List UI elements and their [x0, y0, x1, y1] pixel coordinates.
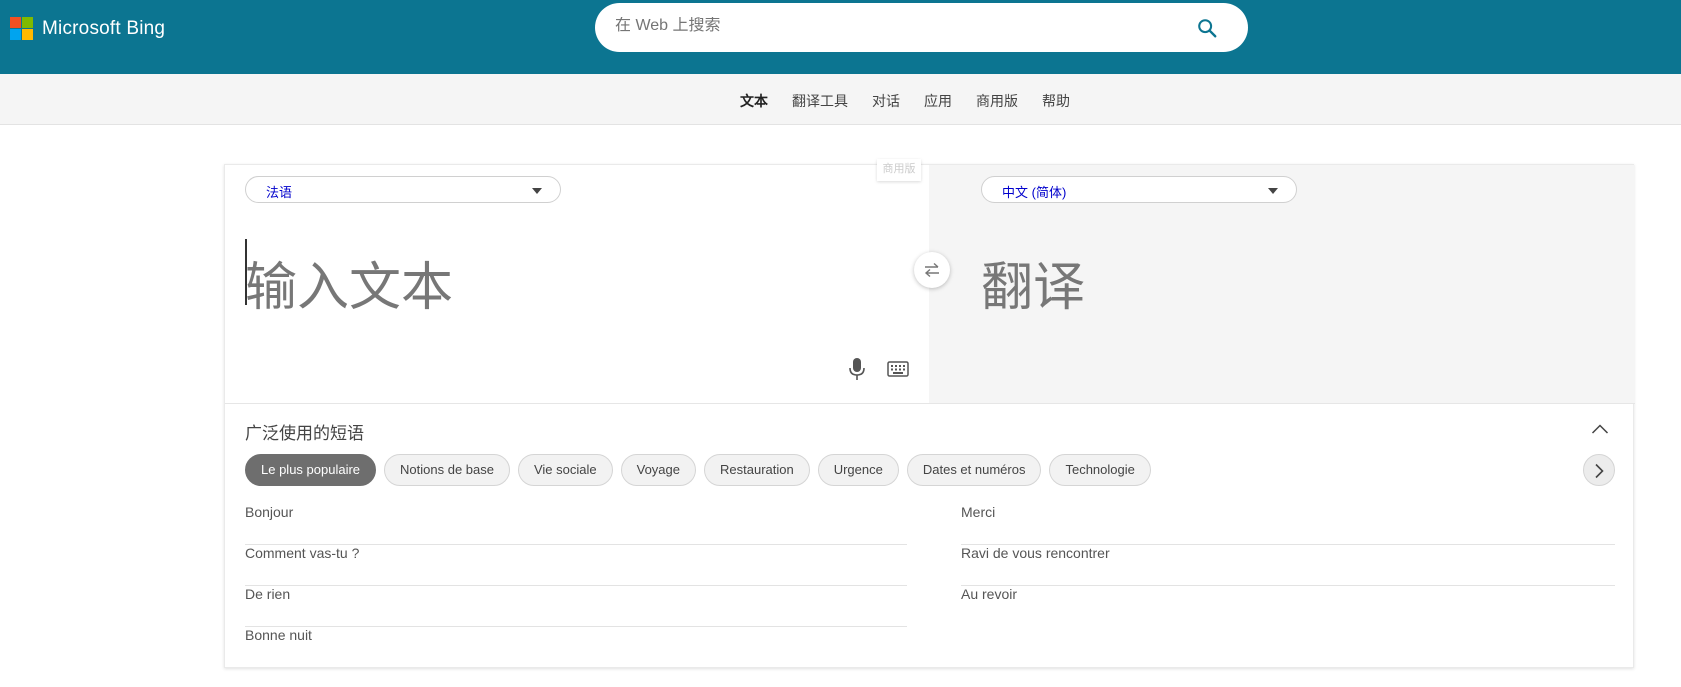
keyboard-icon[interactable] — [887, 361, 909, 377]
chip-technology[interactable]: Technologie — [1049, 454, 1151, 486]
target-language-select[interactable]: 中文 (简体) — [981, 176, 1297, 203]
chip-social[interactable]: Vie sociale — [517, 454, 613, 486]
brand-name: Microsoft Bing — [42, 17, 166, 39]
chevron-up-icon[interactable] — [1591, 422, 1609, 436]
source-pane: 法语 输入文本 — [225, 165, 929, 403]
chip-dining[interactable]: Restauration — [704, 454, 810, 486]
source-language-select[interactable]: 法语 — [245, 176, 561, 203]
list-item[interactable]: Merci — [961, 504, 1615, 545]
search-box — [595, 3, 1248, 52]
chip-dates-numbers[interactable]: Dates et numéros — [906, 454, 1042, 486]
swap-arrows-icon — [924, 262, 939, 278]
source-text-input[interactable]: 输入文本 — [245, 245, 453, 320]
nav-item-help[interactable]: 帮助 — [1042, 91, 1070, 111]
search-input[interactable] — [615, 17, 1175, 35]
header-bar: Microsoft Bing — [0, 0, 1681, 74]
phrases-section: 广泛使用的短语 Le plus populaire Notions de bas… — [225, 403, 1635, 669]
chevron-right-icon — [1595, 463, 1604, 479]
chip-basics[interactable]: Notions de base — [384, 454, 510, 486]
nav-item-conversation[interactable]: 对话 — [872, 91, 900, 111]
list-item[interactable]: Comment vas-tu ? — [245, 545, 907, 586]
target-pane: 中文 (简体) 翻译 — [929, 165, 1635, 403]
business-tag: 商用版 — [877, 159, 921, 181]
translator-card: 法语 输入文本 商用版 中文 (简体) 翻译 广泛使用的短语 Le plus p… — [224, 159, 1635, 669]
nav-item-apps[interactable]: 应用 — [924, 91, 952, 111]
microphone-icon[interactable] — [848, 357, 866, 381]
chevron-down-icon — [532, 188, 542, 194]
list-item[interactable]: Au revoir — [961, 586, 1615, 627]
microsoft-logo-icon — [10, 17, 33, 40]
nav-bar: 文本 翻译工具 对话 应用 商用版 帮助 — [0, 74, 1681, 125]
translation-output: 翻译 — [981, 258, 1086, 318]
phrase-list-left: Bonjour Comment vas-tu ? De rien Bonne n… — [245, 504, 907, 668]
phrase-list-right: Merci Ravi de vous rencontrer Au revoir — [961, 504, 1615, 627]
nav-item-translation-tools[interactable]: 翻译工具 — [792, 91, 848, 111]
category-chips: Le plus populaire Notions de base Vie so… — [245, 454, 1159, 486]
list-item[interactable]: Bonne nuit — [245, 627, 907, 668]
phrases-title: 广泛使用的短语 — [245, 424, 364, 443]
nav-item-text[interactable]: 文本 — [740, 91, 768, 111]
nav-item-business[interactable]: 商用版 — [976, 91, 1018, 111]
source-language-label: 法语 — [266, 185, 293, 200]
chip-travel[interactable]: Voyage — [620, 454, 696, 486]
list-item[interactable]: De rien — [245, 586, 907, 627]
target-language-label: 中文 (简体) — [1002, 185, 1067, 200]
chevron-down-icon — [1268, 188, 1278, 194]
chip-most-popular[interactable]: Le plus populaire — [245, 454, 377, 486]
list-item[interactable]: Ravi de vous rencontrer — [961, 545, 1615, 586]
next-categories-button[interactable] — [1583, 454, 1615, 486]
swap-languages-button[interactable] — [914, 252, 950, 288]
bing-logo[interactable]: Microsoft Bing — [10, 17, 165, 40]
search-icon[interactable] — [1196, 17, 1218, 39]
list-item[interactable]: Bonjour — [245, 504, 907, 545]
chip-emergency[interactable]: Urgence — [817, 454, 899, 486]
